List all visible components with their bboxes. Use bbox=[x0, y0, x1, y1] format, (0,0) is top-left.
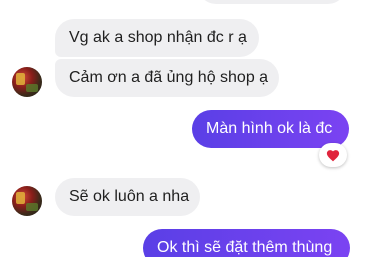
message-text: Màn hình ok là đc bbox=[206, 120, 333, 137]
message-bubble-incoming[interactable]: Sẽ ok luôn a nha bbox=[55, 178, 200, 216]
contact-avatar[interactable] bbox=[12, 67, 42, 97]
heart-reaction[interactable] bbox=[319, 143, 347, 167]
message-bubble-incoming[interactable]: Cảm ơn a đã ủng hộ shop ạ bbox=[55, 59, 279, 97]
message-text: Cảm ơn a đã ủng hộ shop ạ bbox=[69, 69, 269, 86]
previous-message-bubble[interactable] bbox=[198, 0, 346, 4]
heart-icon bbox=[326, 149, 340, 161]
message-text: Vg ak a shop nhận đc r ạ bbox=[69, 29, 247, 46]
chat-thread: Vg ak a shop nhận đc r ạ Cảm ơn a đã ủng… bbox=[0, 0, 374, 257]
contact-avatar[interactable] bbox=[12, 186, 42, 216]
message-bubble-outgoing[interactable]: Màn hình ok là đc bbox=[192, 110, 349, 148]
message-bubble-incoming[interactable]: Vg ak a shop nhận đc r ạ bbox=[55, 19, 259, 57]
message-bubble-outgoing[interactable]: Ok thì sẽ đặt thêm thùng bbox=[143, 229, 350, 257]
message-text: Ok thì sẽ đặt thêm thùng bbox=[157, 239, 333, 256]
message-text: Sẽ ok luôn a nha bbox=[69, 188, 190, 205]
